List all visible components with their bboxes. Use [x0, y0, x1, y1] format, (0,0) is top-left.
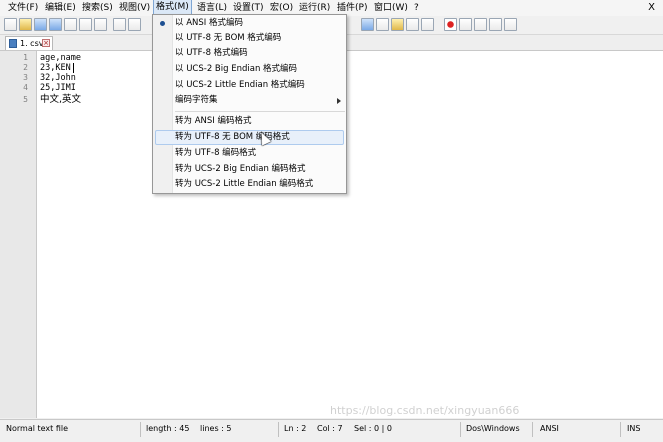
- code-line: 32,John: [40, 73, 76, 83]
- menu-item-encode-ucs2-le[interactable]: 以 UCS-2 Little Endian 格式编码: [175, 78, 305, 93]
- status-mode: INS: [627, 424, 641, 433]
- user-language-icon[interactable]: [406, 18, 419, 31]
- line-number: 2: [23, 63, 28, 72]
- code-line: age,name: [40, 53, 81, 63]
- menu-item-encode-utf8-nobom[interactable]: 以 UTF-8 无 BOM 格式编码: [175, 31, 281, 46]
- status-col: Col : 7: [317, 424, 343, 433]
- menu-item-encode-utf8[interactable]: 以 UTF-8 格式编码: [175, 46, 248, 61]
- word-wrap-icon[interactable]: [361, 18, 374, 31]
- line-number: 5: [23, 95, 28, 104]
- tab-close-icon[interactable]: ×: [42, 39, 50, 47]
- record-macro-icon[interactable]: [444, 18, 457, 31]
- menu-format[interactable]: 格式(M): [153, 0, 192, 15]
- status-sel: Sel : 0 | 0: [354, 424, 392, 433]
- menu-search[interactable]: 搜索(S): [80, 0, 115, 16]
- status-divider: [460, 422, 461, 437]
- menu-item-convert-ucs2-le[interactable]: 转为 UCS-2 Little Endian 编码格式: [175, 177, 313, 192]
- submenu-arrow-icon: [337, 98, 341, 104]
- doc-map-icon[interactable]: [421, 18, 434, 31]
- print-icon[interactable]: [94, 18, 107, 31]
- close-all-icon[interactable]: [79, 18, 92, 31]
- code-line: 25,JIMI: [40, 83, 76, 93]
- status-file-type: Normal text file: [6, 424, 69, 433]
- line-number-gutter: 1 2 3 4 5: [0, 51, 37, 418]
- menu-separator: [175, 111, 345, 112]
- format-menu-dropdown: 以 ANSI 格式编码 以 UTF-8 无 BOM 格式编码 以 UTF-8 格…: [152, 14, 347, 194]
- close-file-icon[interactable]: [64, 18, 77, 31]
- status-divider: [620, 422, 621, 437]
- run-macro-multiple-icon[interactable]: [489, 18, 502, 31]
- indent-guide-icon[interactable]: [391, 18, 404, 31]
- text-caret: [73, 63, 74, 73]
- save-all-icon[interactable]: [49, 18, 62, 31]
- status-divider: [278, 422, 279, 437]
- cut-icon[interactable]: [113, 18, 126, 31]
- menu-help[interactable]: ?: [412, 0, 421, 16]
- line-number: 1: [23, 53, 28, 62]
- show-all-chars-icon[interactable]: [376, 18, 389, 31]
- menu-edit[interactable]: 编辑(E): [43, 0, 78, 16]
- status-divider: [140, 422, 141, 437]
- code-line: 23,KEN: [40, 63, 71, 73]
- status-divider: [532, 422, 533, 437]
- status-encoding: ANSI: [540, 424, 559, 433]
- stop-record-icon[interactable]: [459, 18, 472, 31]
- menu-window[interactable]: 窗口(W): [372, 0, 410, 16]
- menu-item-convert-utf8[interactable]: 转为 UTF-8 编码格式: [175, 146, 256, 161]
- status-length: length : 45: [146, 424, 190, 433]
- menu-item-charset[interactable]: 编码字符集: [175, 93, 218, 108]
- copy-icon[interactable]: [128, 18, 141, 31]
- status-eol: Dos\Windows: [466, 424, 520, 433]
- close-document-button[interactable]: X: [648, 0, 655, 16]
- save-icon[interactable]: [34, 18, 47, 31]
- file-icon: [9, 39, 17, 48]
- play-macro-icon[interactable]: [474, 18, 487, 31]
- code-line: 中文,英文: [40, 94, 82, 105]
- menu-item-encode-ansi[interactable]: 以 ANSI 格式编码: [175, 16, 243, 31]
- tab-csv[interactable]: 1. csv ×: [5, 36, 53, 50]
- new-file-icon[interactable]: [4, 18, 17, 31]
- line-number: 4: [23, 83, 28, 92]
- status-lines: lines : 5: [200, 424, 232, 433]
- status-ln: Ln : 2: [284, 424, 307, 433]
- watermark-text: https://blog.csdn.net/xingyuan666: [330, 404, 520, 417]
- menu-item-encode-ucs2-be[interactable]: 以 UCS-2 Big Endian 格式编码: [175, 62, 297, 77]
- menu-item-convert-ansi[interactable]: 转为 ANSI 编码格式: [175, 114, 251, 129]
- line-number: 3: [23, 73, 28, 82]
- menu-view[interactable]: 视图(V): [117, 0, 152, 16]
- menu-icon-column: [153, 15, 173, 193]
- save-macro-icon[interactable]: [504, 18, 517, 31]
- selected-radio-icon: [160, 21, 165, 26]
- tab-label: 1. csv: [20, 39, 44, 48]
- menu-item-convert-utf8-nobom[interactable]: 转为 UTF-8 无 BOM 编码格式: [175, 130, 290, 145]
- menu-file[interactable]: 文件(F): [6, 0, 40, 16]
- open-file-icon[interactable]: [19, 18, 32, 31]
- menu-item-convert-ucs2-be[interactable]: 转为 UCS-2 Big Endian 编码格式: [175, 162, 306, 177]
- status-bar: Normal text file length : 45 lines : 5 L…: [0, 419, 663, 442]
